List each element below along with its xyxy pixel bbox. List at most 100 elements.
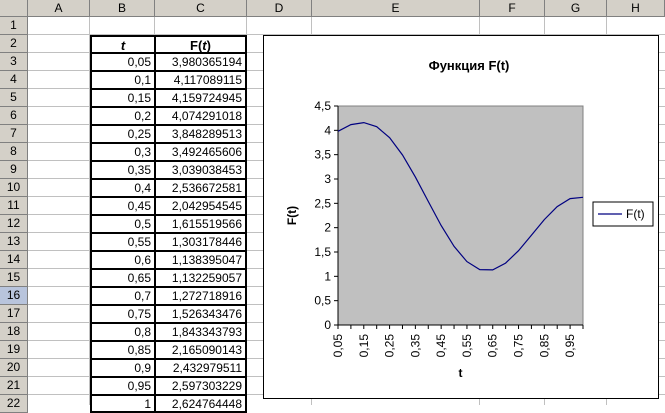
cell-F-22[interactable]: 2,624764448 xyxy=(155,395,247,413)
x-axis-label: t xyxy=(459,366,463,380)
row-header-1[interactable]: 1 xyxy=(0,17,28,35)
y-tick-label: 2,5 xyxy=(314,196,331,210)
cell-F-10[interactable]: 2,536672581 xyxy=(155,179,247,197)
cell-F-17[interactable]: 1,526343476 xyxy=(155,305,247,323)
row-header-10[interactable]: 10 xyxy=(0,179,28,197)
row-header-20[interactable]: 20 xyxy=(0,359,28,377)
cell-F-14[interactable]: 1,138395047 xyxy=(155,251,247,269)
y-axis: 0 0,5 1 1,5 2 2,5 3 3,5 4 4,5 xyxy=(314,99,339,332)
cell-F-8[interactable]: 3,492465606 xyxy=(155,143,247,161)
cell-t-14[interactable]: 0,6 xyxy=(90,251,155,269)
row-header-22[interactable]: 22 xyxy=(0,395,28,413)
column-header-b[interactable]: B xyxy=(90,0,155,17)
cell-t-22[interactable]: 1 xyxy=(90,395,155,413)
cell-t-10[interactable]: 0,4 xyxy=(90,179,155,197)
row-header-19[interactable]: 19 xyxy=(0,341,28,359)
header-cell-t[interactable]: t xyxy=(90,35,155,53)
x-tick-label: 0,15 xyxy=(357,334,371,358)
column-header-h[interactable]: H xyxy=(607,0,665,17)
cell-t-8[interactable]: 0,3 xyxy=(90,143,155,161)
row-header-3[interactable]: 3 xyxy=(0,53,28,71)
cell-t-19[interactable]: 0,85 xyxy=(90,341,155,359)
cell-F-21[interactable]: 2,597303229 xyxy=(155,377,247,395)
line-chart: Функция F(t) 00,511,522,533,544,5 0,05 0,… xyxy=(285,58,654,380)
cell-F-20[interactable]: 2,432979511 xyxy=(155,359,247,377)
chart-object[interactable]: Функция F(t) 0 0,5 1 1,5 2 2,5 3 3,5 4 4,5 0,05 0,… xyxy=(263,35,659,399)
cell-F-6[interactable]: 4,074291018 xyxy=(155,107,247,125)
y-tick-label: 4,5 xyxy=(314,99,331,113)
y-tick-label: 3 xyxy=(324,172,331,186)
cell-t-21[interactable]: 0,95 xyxy=(90,377,155,395)
y-tick-label: 1,5 xyxy=(314,245,331,259)
column-header-e[interactable]: E xyxy=(312,0,480,17)
row-header-5[interactable]: 5 xyxy=(0,89,28,107)
row-header-17[interactable]: 17 xyxy=(0,305,28,323)
cell-F-12[interactable]: 1,615519566 xyxy=(155,215,247,233)
cell-F-3[interactable]: 3,980365194 xyxy=(155,53,247,71)
x-tick-label: 0,45 xyxy=(434,334,448,358)
row-header-12[interactable]: 12 xyxy=(0,215,28,233)
y-tick-label: 3,5 xyxy=(314,148,331,162)
cell-t-11[interactable]: 0,45 xyxy=(90,197,155,215)
row-header-16[interactable]: 16 xyxy=(0,287,28,305)
cell-t-3[interactable]: 0,05 xyxy=(90,53,155,71)
cell-t-6[interactable]: 0,2 xyxy=(90,107,155,125)
y-tick-label: 2 xyxy=(324,221,331,235)
row-header-18[interactable]: 18 xyxy=(0,323,28,341)
x-tick-label: 0,05 xyxy=(331,334,345,358)
row-header-8[interactable]: 8 xyxy=(0,143,28,161)
y-tick-label: 1 xyxy=(324,269,331,283)
header-header-F-suffix-text: ) xyxy=(206,38,211,53)
cell-t-5[interactable]: 0,15 xyxy=(90,89,155,107)
cell-t-7[interactable]: 0,25 xyxy=(90,125,155,143)
legend-label: F(t) xyxy=(626,207,645,221)
x-tick-label: 0,75 xyxy=(512,334,526,358)
header-t-text: t xyxy=(120,38,126,53)
cell-F-19[interactable]: 2,165090143 xyxy=(155,341,247,359)
column-header-g[interactable]: G xyxy=(545,0,607,17)
chart-title: Функция F(t) xyxy=(429,58,510,73)
cell-t-16[interactable]: 0,7 xyxy=(90,287,155,305)
cell-t-12[interactable]: 0,5 xyxy=(90,215,155,233)
row-header-11[interactable]: 11 xyxy=(0,197,28,215)
cell-t-4[interactable]: 0,1 xyxy=(90,71,155,89)
cell-F-16[interactable]: 1,272718916 xyxy=(155,287,247,305)
y-tick-label: 4 xyxy=(324,123,331,137)
cell-F-5[interactable]: 4,159724945 xyxy=(155,89,247,107)
column-header-f[interactable]: F xyxy=(480,0,545,17)
cell-F-7[interactable]: 3,848289513 xyxy=(155,125,247,143)
row-header-21[interactable]: 21 xyxy=(0,377,28,395)
header-header-F-prefix-text: F( xyxy=(190,38,203,53)
cell-F-11[interactable]: 2,042954545 xyxy=(155,197,247,215)
header-cell-F[interactable]: F(t) xyxy=(155,35,247,53)
x-tick-label: 0,25 xyxy=(383,334,397,358)
cell-F-18[interactable]: 1,843343793 xyxy=(155,323,247,341)
column-header-a[interactable]: A xyxy=(28,0,90,17)
row-header-13[interactable]: 13 xyxy=(0,233,28,251)
x-axis: 0,05 0,15 0,25 0,35 0,45 0,55 0,65 0,75 0,85 0,95 xyxy=(331,324,584,358)
cell-t-18[interactable]: 0,8 xyxy=(90,323,155,341)
cell-F-9[interactable]: 3,039038453 xyxy=(155,161,247,179)
column-header-d[interactable]: D xyxy=(247,0,312,17)
cell-F-15[interactable]: 1,132259057 xyxy=(155,269,247,287)
row-header-2[interactable]: 2 xyxy=(0,35,28,53)
plot-area xyxy=(337,105,584,326)
cell-F-4[interactable]: 4,117089115 xyxy=(155,71,247,89)
cell-t-13[interactable]: 0,55 xyxy=(90,233,155,251)
row-header-14[interactable]: 14 xyxy=(0,251,28,269)
x-tick-label: 0,85 xyxy=(537,334,551,358)
row-header-4[interactable]: 4 xyxy=(0,71,28,89)
cell-t-20[interactable]: 0,9 xyxy=(90,359,155,377)
cell-F-13[interactable]: 1,303178446 xyxy=(155,233,247,251)
row-header-7[interactable]: 7 xyxy=(0,125,28,143)
cell-t-17[interactable]: 0,75 xyxy=(90,305,155,323)
cell-t-9[interactable]: 0,35 xyxy=(90,161,155,179)
row-header-6[interactable]: 6 xyxy=(0,107,28,125)
cell-t-15[interactable]: 0,65 xyxy=(90,269,155,287)
row-header-9[interactable]: 9 xyxy=(0,161,28,179)
select-all-corner[interactable] xyxy=(0,0,28,17)
column-header-c[interactable]: C xyxy=(155,0,247,17)
row-header-15[interactable]: 15 xyxy=(0,269,28,287)
x-tick-label: 0,95 xyxy=(563,334,577,358)
x-tick-label: 0,65 xyxy=(486,334,500,358)
